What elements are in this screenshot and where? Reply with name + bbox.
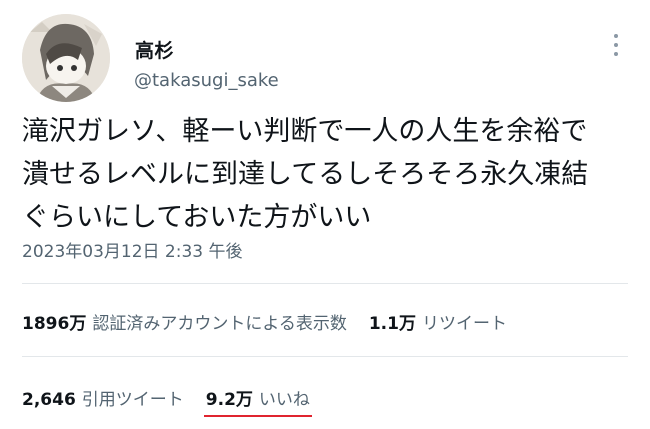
views-label: 認証済みアカウントによる表示数 — [92, 313, 347, 334]
views-retweets-row: 1896万 認証済みアカウントによる表示数 1.1万 リツイート — [22, 306, 507, 336]
divider — [22, 283, 628, 284]
more-dot — [614, 52, 618, 56]
views-stat[interactable]: 1896万 認証済みアカウントによる表示数 — [22, 309, 347, 334]
tweet-timestamp[interactable]: 2023年03月12日 2:33 午後 — [22, 237, 243, 262]
quotes-count: 2,646 — [22, 389, 76, 410]
divider — [22, 356, 628, 357]
quotes-label: 引用ツイート — [81, 389, 184, 410]
quotes-stat[interactable]: 2,646 引用ツイート — [22, 385, 184, 410]
retweets-stat[interactable]: 1.1万 リツイート — [369, 309, 507, 334]
likes-label: いいね — [258, 389, 310, 410]
likes-count: 9.2万 — [205, 389, 253, 410]
avatar[interactable] — [22, 14, 110, 102]
tweet-card: 高杉 @takasugi_sake 滝沢ガレソ、軽ーい判断で一人の人生を余裕で … — [0, 0, 650, 429]
avatar-image — [22, 14, 110, 102]
user-handle[interactable]: @takasugi_sake — [134, 70, 279, 91]
more-dot — [614, 43, 618, 47]
more-options-icon[interactable] — [606, 34, 626, 60]
quotes-likes-row: 2,646 引用ツイート 9.2万 いいね — [22, 382, 312, 417]
retweets-label: リツイート — [421, 313, 507, 334]
likes-highlight-underline — [203, 414, 312, 417]
more-dot — [614, 34, 618, 38]
retweets-count: 1.1万 — [368, 313, 416, 334]
likes-stat[interactable]: 9.2万 いいね — [203, 385, 312, 417]
views-count: 1896万 — [22, 313, 87, 334]
display-name[interactable]: 高杉 — [135, 36, 174, 63]
tweet-text: 滝沢ガレソ、軽ーい判断で一人の人生を余裕で 潰せるレベルに到達してるしそろそろ永… — [22, 116, 589, 233]
